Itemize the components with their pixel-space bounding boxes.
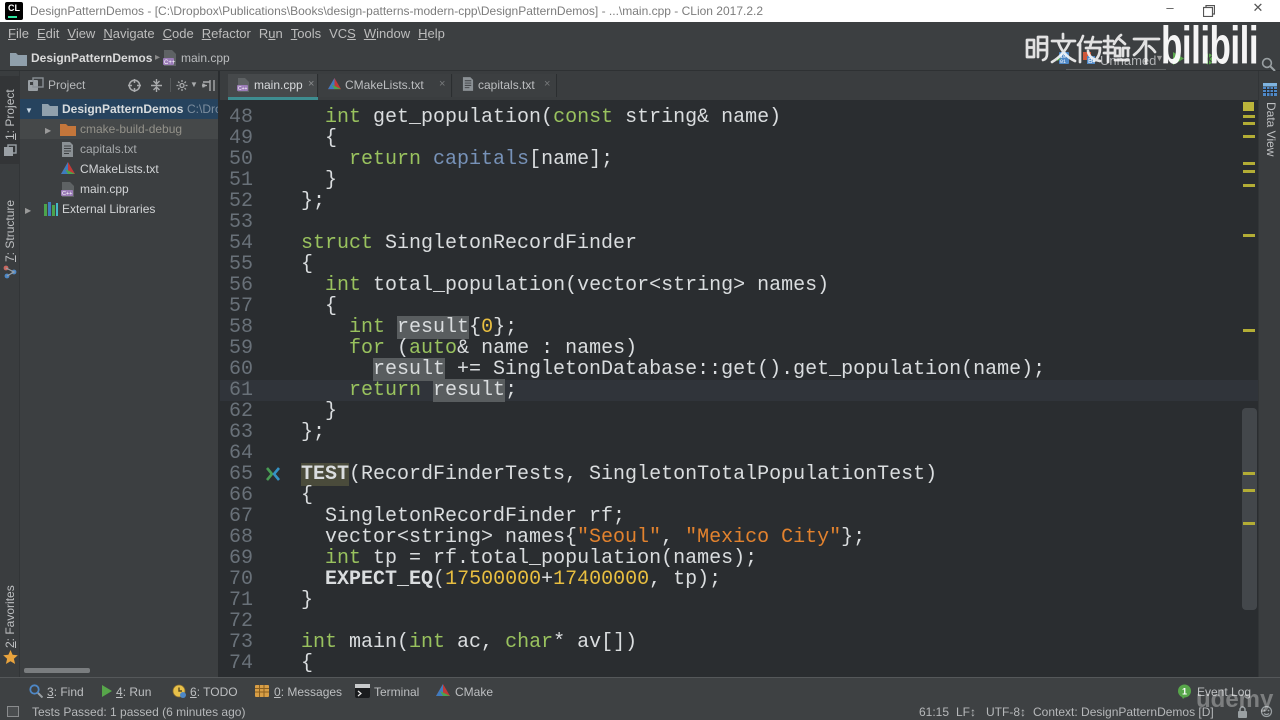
svg-text:C++: C++	[238, 86, 248, 92]
svg-text:C++: C++	[62, 191, 72, 197]
svg-text:1: 1	[1182, 687, 1187, 697]
svg-text:C++: C++	[164, 60, 176, 66]
